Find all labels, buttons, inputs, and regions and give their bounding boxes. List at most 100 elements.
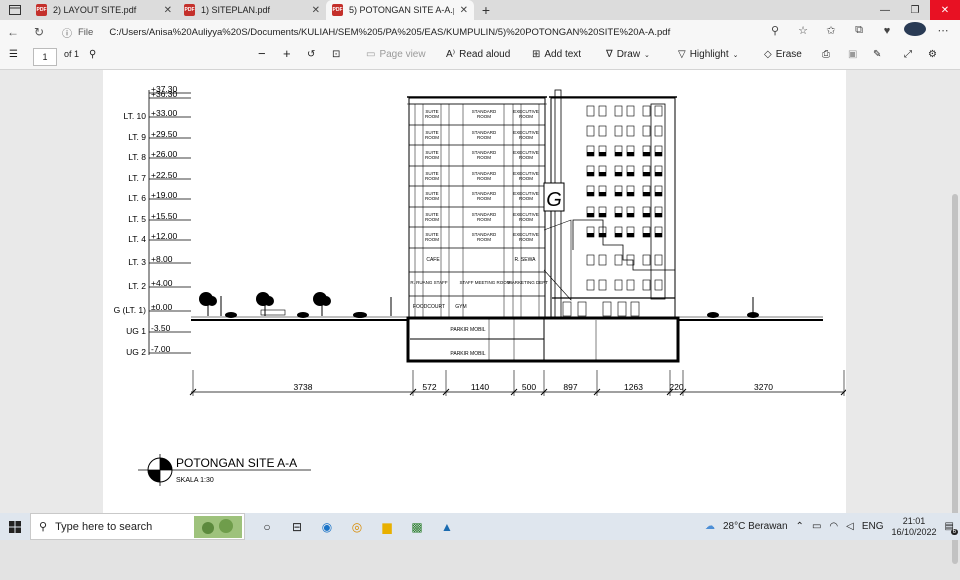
- clock-time: 21:01: [902, 515, 926, 526]
- room-label-executive: ROOM: [519, 237, 533, 242]
- level-name: LT. 3: [128, 257, 146, 267]
- pdf-toolbar: ☰ 1 of 1 ⚲ − + ↺ ⊡ ▭ Page view A⁾ Read alo…: [0, 44, 960, 70]
- search-highlight-icon: [194, 516, 242, 538]
- level-elevation: +8.00: [151, 254, 173, 264]
- url-text: C:/Users/Anisa%20Auliyya%20S/Documents/K…: [109, 26, 671, 38]
- taskbar-search[interactable]: ⚲ Type here to search: [30, 513, 245, 540]
- task-view-icon[interactable]: ⊟: [287, 517, 307, 537]
- level-name: LT. 10: [123, 111, 146, 121]
- tab-close-icon[interactable]: ✕: [312, 5, 320, 16]
- find-button[interactable]: ⚲: [89, 49, 96, 60]
- highlight-button[interactable]: ▽ Highlight ⌄: [678, 49, 739, 60]
- tab-close-icon[interactable]: ✕: [460, 5, 468, 16]
- level-elevation: +19.00: [151, 190, 178, 200]
- draw-label: Draw: [616, 49, 641, 60]
- file-explorer-icon[interactable]: ▆: [377, 517, 397, 537]
- room-label-suite: ROOM: [425, 155, 439, 160]
- save-as-button[interactable]: ✎: [873, 49, 881, 60]
- tab-close-icon[interactable]: ✕: [164, 5, 172, 16]
- contents-button[interactable]: ☰: [9, 49, 18, 60]
- page-view-button[interactable]: ▭ Page view: [366, 49, 426, 60]
- show-hidden-icons[interactable]: ⌃: [796, 521, 804, 532]
- draw-icon: ∇: [606, 49, 613, 60]
- clock-date: 16/10/2022: [891, 526, 937, 537]
- tab-actions-button[interactable]: [0, 0, 30, 20]
- favorites-icon[interactable]: ✩: [820, 24, 842, 37]
- fit-page-button[interactable]: ⊡: [332, 49, 340, 60]
- notification-badge: 6: [950, 529, 958, 535]
- room-label-executive: ROOM: [519, 135, 533, 140]
- minus-icon: −: [258, 46, 266, 61]
- room-label-standard: ROOM: [477, 155, 491, 160]
- add-favorite-icon[interactable]: ☆: [792, 24, 814, 37]
- url-field[interactable]: ⓘ File C:/Users/Anisa%20Auliyya%20S/Docu…: [62, 22, 752, 42]
- browser-essentials-icon[interactable]: ♥: [876, 25, 898, 37]
- erase-button[interactable]: ◇ Erase: [764, 49, 802, 60]
- new-tab-button[interactable]: +: [474, 0, 498, 20]
- tab-label: 1) SITEPLAN.pdf: [201, 5, 271, 15]
- cortana-icon[interactable]: ○: [257, 517, 277, 537]
- dimension-value: 1140: [471, 382, 490, 392]
- clock[interactable]: 21:01 16/10/2022: [892, 516, 937, 538]
- zoom-search-icon[interactable]: ⚲: [764, 24, 786, 37]
- room-label-executive: ROOM: [519, 196, 533, 201]
- back-button[interactable]: ←: [0, 25, 26, 39]
- collections-icon[interactable]: ⧉: [848, 24, 870, 37]
- tab-layout-site[interactable]: PDF 2) LAYOUT SITE.pdf ✕: [30, 0, 178, 20]
- spreadsheet-app-icon[interactable]: ▩: [407, 517, 427, 537]
- room-label-staff: R. RUANG STAFF: [410, 280, 447, 285]
- level-name: LT. 7: [128, 173, 146, 183]
- room-label-standard: ROOM: [477, 114, 491, 119]
- erase-label: Erase: [775, 49, 802, 60]
- room-label-marketing: MARKETING DEPT: [508, 280, 548, 285]
- read-aloud-icon: A⁾: [446, 49, 456, 60]
- page-number-input[interactable]: 1: [33, 48, 57, 66]
- edge-icon[interactable]: ◉: [317, 517, 337, 537]
- tab-potongan-site[interactable]: PDF 5) POTONGAN SITE A-A.pdf ✕: [326, 0, 474, 20]
- profile-button[interactable]: [904, 22, 926, 39]
- level-name: UG 1: [126, 326, 146, 336]
- chrome-canary-icon[interactable]: ◎: [347, 517, 367, 537]
- start-button[interactable]: [0, 520, 30, 533]
- close-icon: ✕: [940, 4, 950, 16]
- weather-icon[interactable]: ☁: [705, 521, 715, 532]
- room-label-suite: ROOM: [425, 135, 439, 140]
- rotate-button[interactable]: ↺: [307, 49, 315, 60]
- weather-text[interactable]: 28°C Berawan: [723, 521, 788, 532]
- pdf-file-icon: PDF: [332, 4, 343, 16]
- print-button[interactable]: ⎙: [822, 49, 830, 60]
- minimize-button[interactable]: —: [870, 0, 900, 20]
- system-tray: ☁ 28°C Berawan ⌃ ▭ ◠ ◁ ENG 21:01 16/10/2…: [705, 513, 960, 540]
- level-elevation: +12.00: [151, 231, 178, 241]
- room-label-standard: ROOM: [477, 135, 491, 140]
- room-label-parkir-ug2: PARKIR MOBIL: [450, 351, 485, 357]
- zoom-in-button[interactable]: +: [283, 46, 291, 61]
- page-view-icon: ▭: [366, 49, 376, 60]
- volume-icon[interactable]: ◁: [846, 521, 854, 532]
- settings-button[interactable]: ⚙: [928, 49, 937, 60]
- close-window-button[interactable]: ✕: [930, 0, 960, 20]
- room-labels: SUITEROOMSTANDARDROOMEXECUTIVEROOMSUITER…: [425, 109, 539, 242]
- fullscreen-button[interactable]: ⤢: [904, 49, 912, 60]
- more-options-icon[interactable]: ⋯: [932, 24, 954, 37]
- autocad-icon[interactable]: ▲: [437, 517, 457, 537]
- battery-icon[interactable]: ▭: [812, 521, 821, 532]
- info-icon[interactable]: ⓘ: [62, 25, 72, 40]
- draw-button[interactable]: ∇ Draw ⌄: [606, 49, 650, 60]
- address-bar: ← ↻ ⓘ File C:/Users/Anisa%20Auliyya%20S/…: [0, 20, 960, 44]
- scrollbar-thumb[interactable]: [952, 194, 958, 564]
- add-text-button[interactable]: ⊞ Add text: [532, 49, 581, 60]
- tab-siteplan[interactable]: PDF 1) SITEPLAN.pdf ✕: [178, 0, 326, 20]
- zoom-out-button[interactable]: −: [258, 46, 266, 61]
- refresh-button[interactable]: ↻: [26, 25, 52, 39]
- restore-button[interactable]: ❐: [900, 0, 930, 20]
- tab-label: 5) POTONGAN SITE A-A.pdf: [349, 5, 454, 15]
- level-elevation: +36.30: [151, 89, 178, 99]
- document-viewport[interactable]: +37.30 +36.30 +33.00 LT. 10 +29.50 LT. 9 +26.0…: [0, 70, 960, 564]
- read-aloud-button[interactable]: A⁾ Read aloud: [446, 49, 510, 60]
- dimension-value: 1263: [624, 382, 643, 392]
- language-indicator[interactable]: ENG: [862, 521, 884, 532]
- network-icon[interactable]: ◠: [829, 521, 838, 532]
- save-button[interactable]: ▣: [848, 49, 857, 60]
- notifications-button[interactable]: ▤ 6: [945, 521, 958, 535]
